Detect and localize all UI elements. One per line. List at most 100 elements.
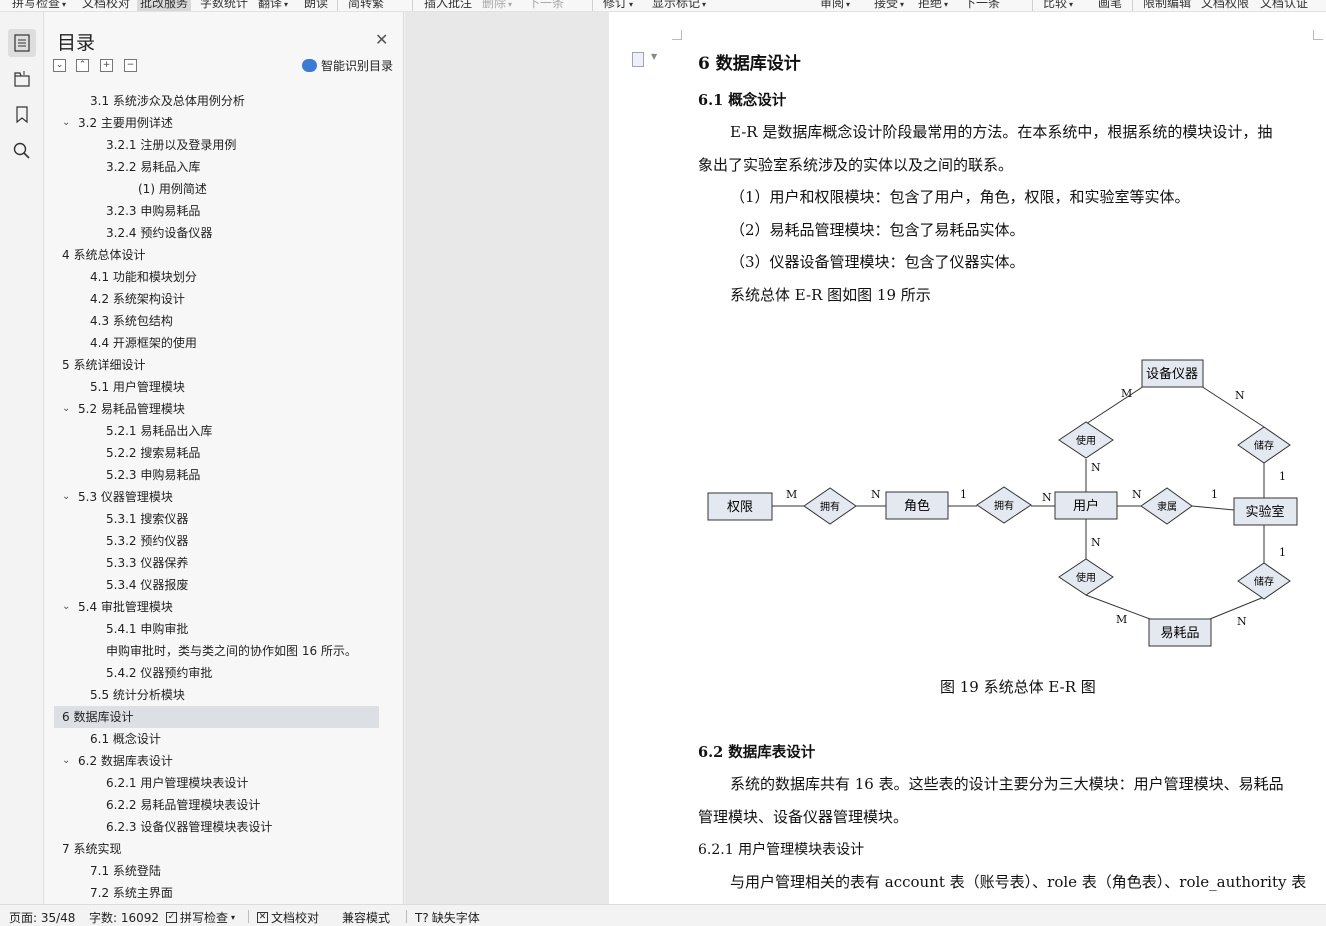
paragraph-er-intro-cont: 象出了实验室系统涉及的实体以及之间的联系。 — [698, 156, 1014, 174]
chevron-down-icon[interactable]: ⌄ — [62, 750, 70, 772]
toc-item[interactable]: 7.2 系统主界面 — [54, 882, 379, 898]
margin-corner-mark — [1313, 30, 1323, 40]
ribbon-next-comment[interactable]: 下一条 — [528, 0, 564, 11]
toc-item[interactable]: 4.2 系统架构设计 — [54, 288, 379, 310]
ribbon-simp-to-trad[interactable]: 简转繁 — [348, 0, 384, 11]
toc-item[interactable]: ⌄ 5.4 审批管理模块 — [54, 596, 379, 618]
toc-item-label: 4.3 系统包结构 — [90, 314, 173, 328]
toc-item[interactable]: 5.2.1 易耗品出入库 — [54, 420, 379, 442]
toc-item[interactable]: ⌄6 数据库设计 — [54, 706, 379, 728]
toc-item[interactable]: 6.2.2 易耗品管理模块表设计 — [54, 794, 379, 816]
ribbon-toolbar: 拼写检查 ▾ 文档校对 批改服务 字数统计 翻译 ▾ 朗读 简转繁 插入批注 删除 ▾… — [0, 0, 1326, 12]
toc-item[interactable]: 5.3.4 仪器报废 — [54, 574, 379, 596]
chevron-down-icon[interactable]: ⌄ — [62, 398, 70, 420]
add-heading-icon[interactable]: + — [100, 59, 113, 72]
toc-item[interactable]: 5.3.1 搜索仪器 — [54, 508, 379, 530]
toc-panel-button[interactable] — [8, 29, 36, 57]
svg-text:实验室: 实验室 — [1245, 504, 1284, 520]
remove-heading-icon[interactable]: − — [124, 59, 137, 72]
toc-item[interactable]: ⌄7 系统实现 — [54, 838, 379, 860]
expand-up-icon[interactable]: ⌃ — [76, 59, 89, 72]
toc-item[interactable]: 5.4.1 申购审批 — [54, 618, 379, 640]
ribbon-read-aloud[interactable]: 朗读 — [304, 0, 328, 11]
toc-item[interactable]: ⌄ 5.2 易耗品管理模块 — [54, 398, 379, 420]
proofread-toggle[interactable]: ✕ 文档校对 — [257, 909, 319, 926]
toc-item-label: 5.5 统计分析模块 — [90, 688, 185, 702]
svg-text:使用: 使用 — [1076, 434, 1096, 447]
status-separator — [248, 910, 249, 923]
toc-item[interactable]: 3.2.2 易耗品入库 — [54, 156, 379, 178]
toc-item-label: 5.3.3 仪器保养 — [106, 556, 189, 570]
toc-item[interactable]: 6.1 概念设计 — [54, 728, 379, 750]
ribbon-translate[interactable]: 翻译 ▾ — [258, 0, 288, 11]
toc-item[interactable]: 4.3 系统包结构 — [54, 310, 379, 332]
toc-item[interactable]: ⌄4 系统总体设计 — [54, 244, 379, 266]
toc-item[interactable]: 5.2.3 申购易耗品 — [54, 464, 379, 486]
toc-item[interactable]: 5.1 用户管理模块 — [54, 376, 379, 398]
ribbon-pen[interactable]: 画笔 — [1098, 0, 1122, 11]
toc-item[interactable]: 7.1 系统登陆 — [54, 860, 379, 882]
toc-item[interactable]: 3.2.1 注册以及登录用例 — [54, 134, 379, 156]
ribbon-doc-permission[interactable]: 文档权限 — [1201, 0, 1249, 11]
toc-item[interactable]: 3.2.4 预约设备仪器 — [54, 222, 379, 244]
ribbon-revise[interactable]: 修订 ▾ — [603, 0, 633, 11]
collapse-all-icon[interactable]: ⌄ — [53, 59, 66, 72]
toc-item-label: 4.4 开源框架的使用 — [90, 336, 197, 350]
toc-item-label: 3.2.1 注册以及登录用例 — [106, 138, 237, 152]
ribbon-correction-service[interactable]: 批改服务 — [137, 0, 192, 11]
toc-item[interactable]: ⌄ 5.3 仪器管理模块 — [54, 486, 379, 508]
ribbon-show-markup[interactable]: 显示标记 ▾ — [652, 0, 706, 11]
toc-item[interactable]: ⌄5 系统详细设计 — [54, 354, 379, 376]
toc-item[interactable]: 3.1 系统涉众及总体用例分析 — [54, 90, 379, 112]
toc-item[interactable]: 5.4.2 仪器预约审批 — [54, 662, 379, 684]
chevron-down-icon[interactable]: ⌄ — [62, 112, 70, 134]
toc-item[interactable]: 6.2.1 用户管理模块表设计 — [54, 772, 379, 794]
er-cardinality: M — [1116, 613, 1127, 626]
close-icon[interactable]: ✕ — [375, 30, 388, 49]
svg-text:用户: 用户 — [1073, 498, 1099, 514]
missing-font-button[interactable]: T? 缺失字体 — [415, 909, 480, 926]
toc-item[interactable]: 5.3.3 仪器保养 — [54, 552, 379, 574]
toc-item[interactable]: 5.5 统计分析模块 — [54, 684, 379, 706]
ribbon-accept[interactable]: 接受 ▾ — [874, 0, 904, 11]
ribbon-label: 拼写检查 — [12, 0, 61, 10]
ribbon-proofread[interactable]: 文档校对 — [82, 0, 130, 11]
smart-toc-button[interactable]: 智能识别目录 — [302, 57, 393, 74]
toc-item[interactable]: 申购审批时，类与类之间的协作如图 16 所示。 — [54, 640, 379, 662]
toc-item[interactable]: 6.2.3 设备仪器管理模块表设计 — [54, 816, 379, 838]
ribbon-reject[interactable]: 拒绝 ▾ — [918, 0, 948, 11]
ribbon-next-change[interactable]: 下一条 — [964, 0, 1000, 11]
ribbon-separator — [337, 0, 338, 11]
page-options-icon[interactable] — [632, 52, 644, 67]
chevron-down-icon[interactable]: ⌄ — [62, 596, 70, 618]
ribbon-delete[interactable]: 删除 ▾ — [482, 0, 512, 11]
ribbon-word-count[interactable]: 字数统计 — [200, 0, 248, 11]
page-indicator[interactable]: 页面: 35/48 — [9, 909, 75, 926]
chevron-down-icon[interactable]: ⌄ — [62, 486, 70, 508]
toc-item[interactable]: 5.2.2 搜索易耗品 — [54, 442, 379, 464]
ribbon-insert-comment[interactable]: 插入批注 — [424, 0, 472, 11]
toc-item[interactable]: ⌄ 6.2 数据库表设计 — [54, 750, 379, 772]
er-entity-juese: 角色 — [885, 491, 949, 520]
search-button[interactable] — [8, 137, 36, 165]
spellcheck-toggle[interactable]: ✓ 拼写检查 ▾ — [166, 909, 235, 926]
toc-item[interactable]: 4.1 功能和模块划分 — [54, 266, 379, 288]
bookmark-button[interactable] — [8, 101, 36, 129]
chevron-down-icon[interactable]: ▼ — [651, 52, 657, 61]
toc-item[interactable]: (1) 用例简述 — [54, 178, 379, 200]
toc-list: 3.1 系统涉众及总体用例分析 ⌄ 3.2 主要用例详述 3.2.1 注册以及登录用例… — [54, 90, 379, 898]
word-count[interactable]: 字数: 16092 — [89, 909, 159, 926]
ribbon-spellcheck[interactable]: 拼写检查 ▾ — [12, 0, 66, 11]
toc-item[interactable]: 5.3.2 预约仪器 — [54, 530, 379, 552]
ribbon-doc-cert[interactable]: 文档认证 — [1260, 0, 1308, 11]
navigation-button[interactable] — [8, 65, 36, 93]
toc-item[interactable]: 4.4 开源框架的使用 — [54, 332, 379, 354]
ribbon-restrict-edit[interactable]: 限制编辑 — [1143, 0, 1191, 11]
smart-toc-label: 智能识别目录 — [321, 59, 394, 73]
toc-item[interactable]: ⌄ 3.2 主要用例详述 — [54, 112, 379, 134]
ribbon-compare[interactable]: 比较 ▾ — [1043, 0, 1073, 11]
compat-mode[interactable]: 兼容模式 — [342, 909, 390, 926]
ribbon-review[interactable]: 审阅 ▾ — [820, 0, 850, 11]
toc-item[interactable]: 3.2.3 申购易耗品 — [54, 200, 379, 222]
ribbon-label: 翻译 — [258, 0, 283, 10]
